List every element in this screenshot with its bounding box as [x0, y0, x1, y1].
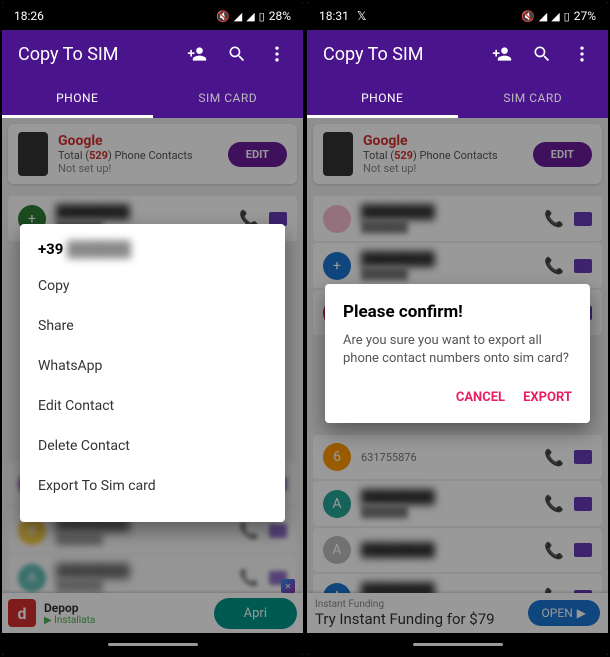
- more-icon[interactable]: [267, 44, 287, 64]
- menu-copy[interactable]: Copy: [20, 266, 285, 306]
- app-header: Copy To SIM: [2, 30, 303, 78]
- add-person-icon[interactable]: [187, 44, 207, 64]
- app-title: Copy To SIM: [18, 44, 119, 65]
- status-bar: 18:31 𝕏 🔇 ◢ ◢ ▯ 27%: [307, 2, 608, 30]
- search-icon[interactable]: [227, 44, 247, 64]
- phone-screen-left: 18:26 🔇 ◢ ◢ ▯ 28% Copy To SIM PHONE SIM …: [2, 2, 303, 655]
- app-title: Copy To SIM: [323, 44, 424, 65]
- tab-phone[interactable]: PHONE: [307, 78, 458, 118]
- mute-icon: 🔇: [216, 10, 230, 23]
- phone-screen-right: 18:31 𝕏 🔇 ◢ ◢ ▯ 27% Copy To SIM PHONE SI…: [307, 2, 608, 655]
- menu-share[interactable]: Share: [20, 306, 285, 346]
- more-icon[interactable]: [572, 44, 592, 64]
- menu-export-to-sim[interactable]: Export To Sim card: [20, 466, 285, 506]
- context-menu: +39 ██████ Copy Share WhatsApp Edit Cont…: [20, 224, 285, 522]
- status-time: 18:31: [319, 9, 349, 23]
- search-icon[interactable]: [532, 44, 552, 64]
- cancel-button[interactable]: CANCEL: [456, 390, 505, 405]
- wifi-icon: ◢: [234, 10, 242, 23]
- tab-bar: PHONE SIM CARD: [2, 78, 303, 118]
- tab-phone[interactable]: PHONE: [2, 78, 153, 118]
- battery-icon: ▯: [564, 10, 570, 23]
- mute-icon: 🔇: [521, 10, 535, 23]
- signal-icon: ◢: [246, 10, 254, 23]
- status-icons: 🔇 ◢ ◢ ▯ 28%: [216, 9, 291, 23]
- dialog-title: Please confirm!: [343, 302, 572, 322]
- tab-sim[interactable]: SIM CARD: [458, 78, 609, 118]
- x-icon: 𝕏: [357, 9, 367, 23]
- tab-bar: PHONE SIM CARD: [307, 78, 608, 118]
- status-icons: 🔇 ◢ ◢ ▯ 27%: [521, 9, 596, 23]
- confirm-dialog: Please confirm! Are you sure you want to…: [325, 284, 590, 423]
- app-header: Copy To SIM: [307, 30, 608, 78]
- menu-delete-contact[interactable]: Delete Contact: [20, 426, 285, 466]
- battery-icon: ▯: [259, 10, 265, 23]
- export-button[interactable]: EXPORT: [523, 390, 572, 405]
- signal-icon: ◢: [551, 10, 559, 23]
- dialog-text: Are you sure you want to export all phon…: [343, 332, 572, 368]
- wifi-icon: ◢: [539, 10, 547, 23]
- status-time: 18:26: [14, 9, 44, 23]
- tab-sim[interactable]: SIM CARD: [153, 78, 304, 118]
- context-menu-title: +39 ██████: [20, 240, 285, 266]
- status-bar: 18:26 🔇 ◢ ◢ ▯ 28%: [2, 2, 303, 30]
- add-person-icon[interactable]: [492, 44, 512, 64]
- menu-whatsapp[interactable]: WhatsApp: [20, 346, 285, 386]
- menu-edit-contact[interactable]: Edit Contact: [20, 386, 285, 426]
- battery-pct: 28%: [269, 9, 291, 23]
- battery-pct: 27%: [574, 9, 596, 23]
